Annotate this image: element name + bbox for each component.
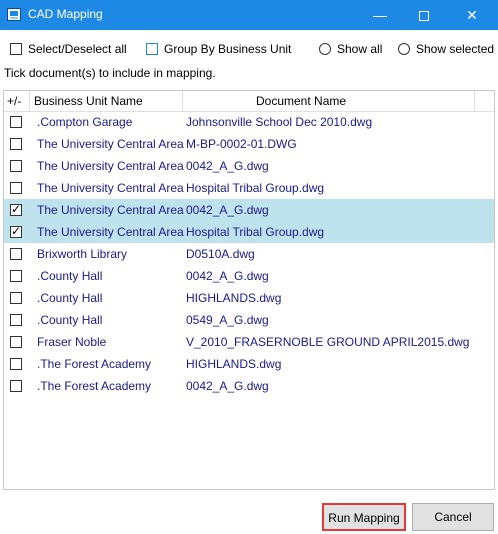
show-all-label: Show all xyxy=(337,42,383,56)
document-column-header[interactable]: Document Name xyxy=(256,94,346,108)
show-all-radio[interactable] xyxy=(319,43,331,55)
close-button[interactable]: ✕ xyxy=(452,0,492,30)
row-checkbox[interactable] xyxy=(10,336,22,348)
show-selected-option[interactable]: Show selected xyxy=(398,42,494,56)
table-row[interactable]: .County Hall 0549_A_G.dwg xyxy=(4,309,494,331)
table-row[interactable]: .County Hall HIGHLANDS.dwg xyxy=(4,287,494,309)
business-unit-cell: The University Central Area xyxy=(37,137,184,151)
table-row[interactable]: Fraser Noble V_2010_FRASERNOBLE GROUND AP… xyxy=(4,331,494,353)
document-cell: 0549_A_G.dwg xyxy=(186,313,269,327)
row-checkbox[interactable] xyxy=(10,358,22,370)
maximize-button[interactable] xyxy=(404,0,444,30)
table-row[interactable]: .The Forest Academy HIGHLANDS.dwg xyxy=(4,353,494,375)
window-title: CAD Mapping xyxy=(28,7,103,21)
row-checkbox[interactable] xyxy=(10,380,22,392)
row-checkbox[interactable] xyxy=(10,292,22,304)
row-checkbox[interactable] xyxy=(10,182,22,194)
business-unit-cell: .The Forest Academy xyxy=(37,379,152,393)
group-by-checkbox[interactable] xyxy=(146,43,158,55)
table-row[interactable]: .The Forest Academy 0042_A_G.dwg xyxy=(4,375,494,397)
group-by-option[interactable]: Group By Business Unit xyxy=(146,42,291,56)
minimize-button[interactable]: — xyxy=(360,0,400,30)
business-unit-cell: The University Central Area xyxy=(37,159,184,173)
business-unit-cell: .County Hall xyxy=(37,269,103,283)
business-unit-column-header[interactable]: Business Unit Name xyxy=(34,94,143,108)
minimize-icon: — xyxy=(373,7,387,23)
document-cell: D0510A.dwg xyxy=(186,247,255,261)
row-checkbox[interactable] xyxy=(10,314,22,326)
select-all-label: Select/Deselect all xyxy=(28,42,127,56)
column-divider xyxy=(474,91,475,111)
maximize-icon xyxy=(419,11,429,22)
business-unit-cell: The University Central Area xyxy=(37,181,184,195)
document-cell: 0042_A_G.dwg xyxy=(186,269,269,283)
select-all-option[interactable]: Select/Deselect all xyxy=(10,42,127,56)
row-checkbox[interactable] xyxy=(10,202,22,216)
show-selected-radio[interactable] xyxy=(398,43,410,55)
title-bar: CAD Mapping — ✕ xyxy=(0,0,498,30)
cancel-button[interactable]: Cancel xyxy=(412,503,494,531)
document-cell: HIGHLANDS.dwg xyxy=(186,357,282,371)
business-unit-cell: .County Hall xyxy=(37,291,103,305)
business-unit-cell: The University Central Area xyxy=(37,225,184,239)
show-selected-label: Show selected xyxy=(416,42,495,56)
app-icon xyxy=(7,8,21,21)
close-icon: ✕ xyxy=(466,7,478,23)
document-cell: Hospital Tribal Group.dwg xyxy=(186,181,325,195)
table-row[interactable]: Brixworth Library D0510A.dwg xyxy=(4,243,494,265)
document-cell: HIGHLANDS.dwg xyxy=(186,291,282,305)
business-unit-cell: .The Forest Academy xyxy=(37,357,152,371)
document-cell: 0042_A_G.dwg xyxy=(186,203,269,217)
filter-toolbar: Select/Deselect all Group By Business Un… xyxy=(0,38,498,60)
show-all-option[interactable]: Show all xyxy=(319,42,382,56)
document-cell: 0042_A_G.dwg xyxy=(186,379,269,393)
row-checkbox[interactable] xyxy=(10,160,22,172)
document-cell: V_2010_FRASERNOBLE GROUND APRIL2015.dwg xyxy=(186,335,470,349)
run-mapping-button[interactable]: Run Mapping xyxy=(322,503,406,531)
column-divider xyxy=(29,91,30,111)
table-row[interactable]: .Compton Garage Johnsonville School Dec 2… xyxy=(4,111,494,133)
row-checkbox[interactable] xyxy=(10,248,22,260)
business-unit-cell: Brixworth Library xyxy=(37,247,128,261)
document-cell: 0042_A_G.dwg xyxy=(186,159,269,173)
document-cell: M-BP-0002-01.DWG xyxy=(186,137,297,151)
table-row[interactable]: .County Hall 0042_A_G.dwg xyxy=(4,265,494,287)
row-checkbox[interactable] xyxy=(10,270,22,282)
instruction-text: Tick document(s) to include in mapping. xyxy=(4,66,216,80)
grid-header: +/- Business Unit Name Document Name xyxy=(4,91,494,112)
business-unit-cell: .Compton Garage xyxy=(37,115,133,129)
toggle-column-header[interactable]: +/- xyxy=(7,94,21,108)
business-unit-cell: Fraser Noble xyxy=(37,335,107,349)
table-row[interactable]: The University Central Area M-BP-0002-01.… xyxy=(4,133,494,155)
group-by-label: Group By Business Unit xyxy=(164,42,292,56)
row-checkbox[interactable] xyxy=(10,138,22,150)
table-row[interactable]: The University Central AreaHospital Trib… xyxy=(4,221,494,243)
document-cell: Johnsonville School Dec 2010.dwg xyxy=(186,115,373,129)
table-row[interactable]: The University Central AreaHospital Trib… xyxy=(4,177,494,199)
business-unit-cell: The University Central Area xyxy=(37,203,184,217)
document-cell: Hospital Tribal Group.dwg xyxy=(186,225,325,239)
column-divider xyxy=(182,91,183,111)
row-checkbox[interactable] xyxy=(10,116,22,128)
table-row[interactable]: The University Central Area0042_A_G.dwg xyxy=(4,155,494,177)
select-all-checkbox[interactable] xyxy=(10,43,22,55)
row-checkbox[interactable] xyxy=(10,224,22,238)
business-unit-cell: .County Hall xyxy=(37,313,103,327)
document-grid[interactable]: +/- Business Unit Name Document Name .Co… xyxy=(3,90,495,490)
table-row[interactable]: The University Central Area0042_A_G.dwg xyxy=(4,199,494,221)
